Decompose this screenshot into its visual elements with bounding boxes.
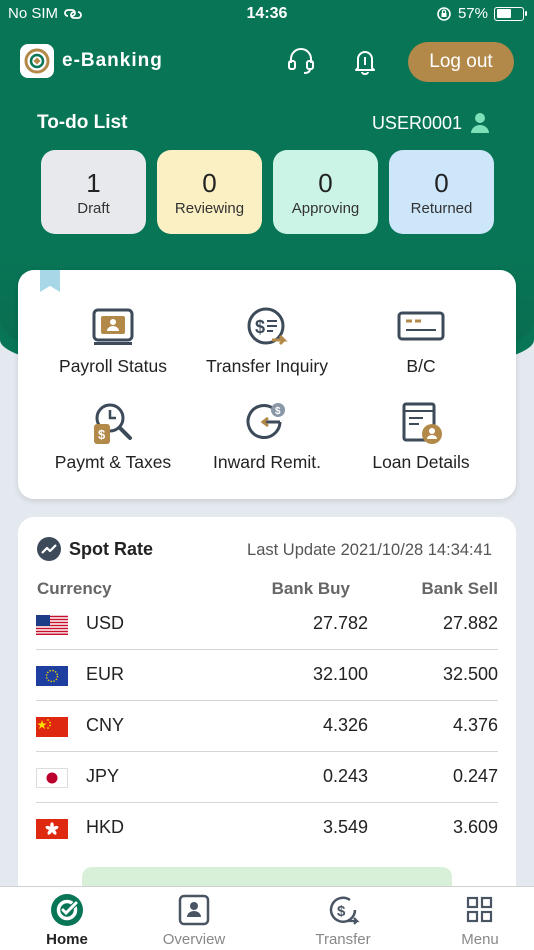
bank-logo (20, 44, 54, 78)
rate-row-cny: CNY 4.326 4.376 (36, 701, 498, 752)
bank-buy-rate: 3.549 (322, 817, 368, 837)
bank-sell-rate: 27.882 (442, 613, 498, 633)
bank-buy-column-header: Bank Buy (271, 579, 350, 598)
menu-grid-icon (466, 896, 493, 923)
bank-sell-rate: 0.247 (452, 766, 498, 786)
bank-sell-rate: 3.609 (452, 817, 498, 837)
todo-count: 0 (434, 167, 449, 198)
tab-home[interactable]: Home (0, 887, 134, 950)
todo-count: 0 (202, 167, 217, 198)
battery-percent: 57% (457, 5, 488, 22)
rate-row-eur: EUR 32.100 32.500 (36, 650, 498, 701)
service-label: Transfer Inquiry (206, 356, 328, 376)
orientation-lock-icon (437, 6, 451, 21)
todo-count: 1 (86, 167, 101, 198)
eu-flag-icon (36, 666, 68, 686)
service-payment-taxes[interactable]: $ Paymt & Taxes (30, 400, 196, 490)
spot-rate-title: Spot Rate (69, 539, 154, 559)
hk-flag-icon (36, 819, 68, 839)
tab-label: Transfer (315, 931, 371, 948)
todo-card-returned[interactable]: 0 Returned (389, 150, 494, 234)
todo-cards: 1 Draft 0 Reviewing 0 Approving 0 Return… (41, 150, 494, 234)
us-flag-icon (36, 615, 68, 635)
tab-label: Home (46, 931, 88, 948)
todo-label: Returned (410, 199, 473, 217)
service-label: B/C (406, 356, 436, 376)
username: USER0001 (371, 112, 462, 133)
bank-buy-rate: 27.782 (312, 613, 368, 633)
svg-text:$: $ (337, 903, 346, 920)
jp-flag-icon (36, 768, 68, 788)
bank-buy-rate: 0.243 (322, 766, 368, 786)
notification-bell-icon[interactable] (348, 44, 382, 78)
service-label: Paymt & Taxes (54, 452, 172, 472)
tab-transfer[interactable]: $ Transfer (276, 887, 410, 950)
service-label: Inward Remit. (213, 452, 321, 472)
service-inward-remittance[interactable]: $ Inward Remit. (184, 400, 350, 490)
inward-remittance-icon: $ (246, 403, 285, 439)
service-label: Payroll Status (59, 356, 167, 376)
transfer-icon: $ (329, 896, 360, 925)
svg-text:$: $ (275, 406, 281, 417)
user-icon (471, 113, 489, 133)
currency-code: CNY (86, 715, 125, 735)
bank-sell-rate: 32.500 (442, 664, 498, 684)
bank-sell-rate: 4.376 (452, 715, 498, 735)
loan-details-icon (402, 402, 442, 444)
payment-taxes-icon: $ (94, 403, 132, 444)
rate-row-hkd: HKD 3.549 3.609 (36, 803, 498, 854)
bookmark-tag (40, 270, 60, 292)
rate-row-usd: USD 27.782 27.882 (36, 599, 498, 650)
todo-card-draft[interactable]: 1 Draft (41, 150, 146, 234)
bill-card-icon (397, 311, 445, 341)
currency-code: JPY (86, 766, 120, 786)
todo-card-reviewing[interactable]: 0 Reviewing (157, 150, 262, 234)
tab-menu[interactable]: Menu (413, 887, 534, 950)
service-label: Loan Details (372, 452, 470, 472)
currency-column-header: Currency (37, 579, 112, 598)
trend-chart-icon (37, 537, 61, 561)
service-payroll-status[interactable]: Payroll Status (30, 304, 196, 394)
spot-rate-header: Spot Rate Last Update 2021/10/28 14:34:4… (37, 537, 497, 563)
todo-label: Approving (291, 199, 360, 217)
tab-overview[interactable]: Overview (127, 887, 261, 950)
todo-list-title: To-do List (37, 112, 128, 133)
logout-button[interactable]: Log out (408, 42, 514, 82)
overview-icon (178, 894, 210, 926)
bottom-tab-bar: Home Overview $ Transfer Menu (0, 886, 534, 950)
last-update: Last Update 2021/10/28 14:34:41 (247, 541, 492, 559)
bank-sell-column-header: Bank Sell (421, 579, 498, 598)
currency-code: USD (86, 613, 125, 633)
customer-service-icon[interactable] (284, 44, 318, 78)
brand-name: e-Banking (62, 50, 163, 71)
transfer-inquiry-icon: $ (247, 307, 288, 346)
currency-code: EUR (86, 664, 125, 684)
home-icon (51, 894, 83, 926)
currency-code: HKD (86, 817, 125, 837)
service-transfer-inquiry[interactable]: $ Transfer Inquiry (184, 304, 350, 394)
tab-label: Menu (461, 931, 499, 948)
bank-buy-rate: 32.100 (312, 664, 368, 684)
payroll-icon (92, 308, 134, 345)
todo-card-approving[interactable]: 0 Approving (273, 150, 378, 234)
tab-label: Overview (162, 931, 226, 948)
service-bc[interactable]: B/C (338, 304, 504, 394)
bank-buy-rate: 4.326 (322, 715, 368, 735)
top-bar: e-Banking Log out (0, 40, 534, 84)
todo-count: 0 (318, 167, 333, 198)
services-panel: Payroll Status $ Transfer Inquiry B/C $ … (18, 270, 516, 499)
svg-text:$: $ (255, 317, 265, 337)
cn-flag-icon (36, 717, 68, 737)
rate-row-jpy: JPY 0.243 0.247 (36, 752, 498, 803)
user-account[interactable]: USER0001 (372, 112, 490, 134)
status-bar: No SIM 14:36 57% (0, 0, 534, 28)
service-loan-details[interactable]: Loan Details (338, 400, 504, 490)
battery-icon (494, 6, 527, 21)
todo-label: Draft (77, 199, 110, 217)
todo-label: Reviewing (174, 199, 245, 217)
svg-text:$: $ (98, 427, 106, 442)
